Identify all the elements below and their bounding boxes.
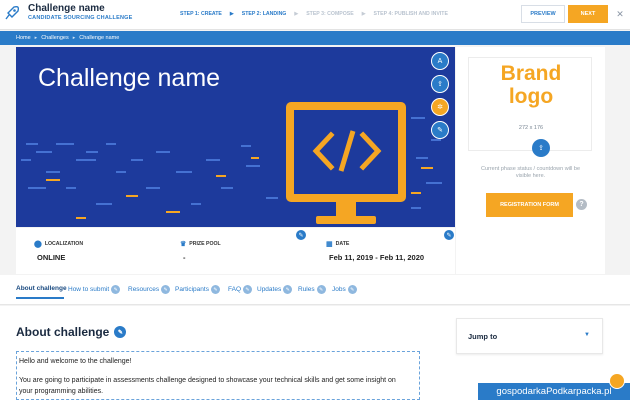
registration-form-button[interactable]: REGISTRATION FORM — [486, 193, 573, 217]
breadcrumb-home[interactable]: Home — [16, 35, 31, 41]
edit-icon[interactable]: ✎ — [347, 285, 357, 294]
step-compose[interactable]: STEP 3: COMPOSE — [306, 11, 353, 17]
pencil-icon[interactable]: ✎ — [431, 121, 449, 139]
upload-logo-icon[interactable]: ⇪ — [532, 139, 550, 157]
step-create[interactable]: STEP 1: CREATE — [180, 11, 222, 17]
jump-to-dropdown[interactable]: Jump to ▼ — [456, 318, 603, 354]
tab-participants[interactable]: Participants ✎ — [175, 285, 220, 294]
date-label: DATE — [335, 241, 350, 247]
challenge-info-bar: ⬤ LOCALIZATION ONLINE ♛ PRIZE POOL - ▦ DATE… — [16, 228, 455, 274]
breadcrumb-challenges[interactable]: Challenges — [41, 35, 69, 41]
tab-about[interactable]: About challenge — [16, 285, 67, 292]
about-editor[interactable]: Hello and welcome to the challenge! You … — [16, 351, 420, 400]
hero-banner: Challenge name — [16, 47, 455, 227]
watermark: gospodarkaPodkarpacka.pl — [478, 383, 630, 400]
top-bar: Challenge name CANDIDATE SOURCING CHALLE… — [0, 0, 630, 30]
brand-logo-box: Brand logo 272 x 176 ⇪ — [468, 57, 593, 157]
settings-icon[interactable]: ✲ — [431, 98, 449, 116]
chevron-right-icon: ▸ — [34, 35, 38, 41]
brand-logo: Brand logo — [469, 62, 593, 108]
info-date: ▦ DATE Feb 11, 2019 - Feb 11, 2020 — [326, 240, 424, 262]
about-line-3: your programming abilities. — [19, 388, 104, 395]
tab-label: How to submit — [68, 286, 110, 293]
localization-label: LOCALIZATION — [44, 241, 84, 247]
tab-label: Participants — [175, 286, 209, 293]
edit-icon[interactable]: ✎ — [283, 285, 293, 294]
prize-label: PRIZE POOL — [189, 241, 221, 247]
brand-logo-line1: Brand — [500, 62, 562, 85]
challenge-tabs: About challenge How to submit ✎ Resources… — [0, 275, 630, 305]
brand-panel: Brand logo 272 x 176 ⇪ Current phase sta… — [456, 47, 605, 274]
location-pin-icon: ⬤ — [34, 241, 42, 248]
trophy-icon: ♛ — [180, 241, 187, 248]
wizard-steps: STEP 1: CREATE ▶ STEP 2: LANDING ▶ STEP … — [180, 11, 448, 17]
prize-value: - — [183, 253, 186, 262]
edit-icon[interactable]: ✎ — [111, 285, 121, 294]
breadcrumb-current: Challenge name — [79, 35, 120, 41]
brand-logo-size: 272 x 176 — [518, 125, 544, 131]
tab-label: Updates — [257, 286, 282, 293]
step-arrow-icon: ▶ — [294, 11, 299, 17]
edit-icon[interactable]: ✎ — [243, 285, 253, 294]
text-icon[interactable]: A — [431, 52, 449, 70]
edit-date-icon[interactable]: ✎ — [443, 229, 455, 241]
phase-status-text: Current phase status / countdown will be… — [480, 166, 581, 179]
tab-jobs[interactable]: Jobs ✎ — [332, 285, 357, 294]
brand-logo-line2: logo — [508, 85, 554, 108]
chevron-right-icon: ▸ — [72, 35, 76, 41]
rocket-icon[interactable] — [3, 4, 21, 22]
challenge-subtitle: CANDIDATE SOURCING CHALLENGE — [28, 15, 133, 21]
about-heading: About challenge ✎ — [16, 325, 127, 339]
tab-updates[interactable]: Updates ✎ — [257, 285, 293, 294]
breadcrumb: Home ▸ Challenges ▸ Challenge name — [0, 31, 630, 45]
step-publish[interactable]: STEP 4: PUBLISH AND INVITE — [374, 11, 448, 17]
step-landing[interactable]: STEP 2: LANDING — [242, 11, 287, 17]
info-localization: ⬤ LOCALIZATION ONLINE — [34, 240, 83, 262]
step-arrow-icon: ▶ — [229, 11, 234, 17]
edit-prize-icon[interactable]: ✎ — [295, 229, 307, 241]
about-line-1: Hello and welcome to the challenge! — [19, 358, 132, 365]
tab-label: Jobs — [332, 286, 346, 293]
challenge-title: Challenge name — [28, 3, 105, 14]
tab-how-to-submit[interactable]: How to submit ✎ — [68, 285, 121, 294]
hero-title: Challenge name — [38, 64, 221, 92]
localization-value: ONLINE — [37, 253, 66, 262]
tab-label: FAQ — [228, 286, 242, 293]
preview-button[interactable]: PREVIEW — [521, 5, 565, 23]
chevron-down-icon: ▼ — [584, 332, 590, 338]
edit-icon[interactable]: ✎ — [161, 285, 171, 294]
tab-rules[interactable]: Rules ✎ — [298, 285, 326, 294]
watermark-badge-icon — [609, 373, 625, 389]
next-button[interactable]: NEXT — [568, 5, 608, 23]
hero-tools: A ⇪ ✲ ✎ — [431, 52, 449, 139]
edit-icon[interactable]: ✎ — [316, 285, 326, 294]
active-tab-indicator — [16, 297, 64, 299]
info-prize: ♛ PRIZE POOL - — [180, 240, 221, 262]
tab-faq[interactable]: FAQ ✎ — [228, 285, 253, 294]
step-arrow-icon: ▶ — [361, 11, 366, 17]
edit-about-icon[interactable]: ✎ — [114, 326, 127, 338]
calendar-icon: ▦ — [326, 241, 333, 248]
about-line-2: You are going to participate in assessme… — [19, 377, 396, 384]
tab-resources[interactable]: Resources ✎ — [128, 285, 171, 294]
date-value: Feb 11, 2019 - Feb 11, 2020 — [329, 253, 425, 262]
about-heading-text: About challenge — [16, 325, 110, 339]
upload-icon[interactable]: ⇪ — [431, 75, 449, 93]
tab-label: Resources — [128, 286, 160, 293]
jump-to-label: Jump to — [468, 332, 498, 341]
help-icon[interactable]: ? — [576, 199, 587, 210]
edit-icon[interactable]: ✎ — [210, 285, 220, 294]
tab-label: Rules — [298, 286, 315, 293]
close-icon[interactable]: ✕ — [612, 3, 628, 25]
tab-label: About challenge — [16, 285, 67, 292]
